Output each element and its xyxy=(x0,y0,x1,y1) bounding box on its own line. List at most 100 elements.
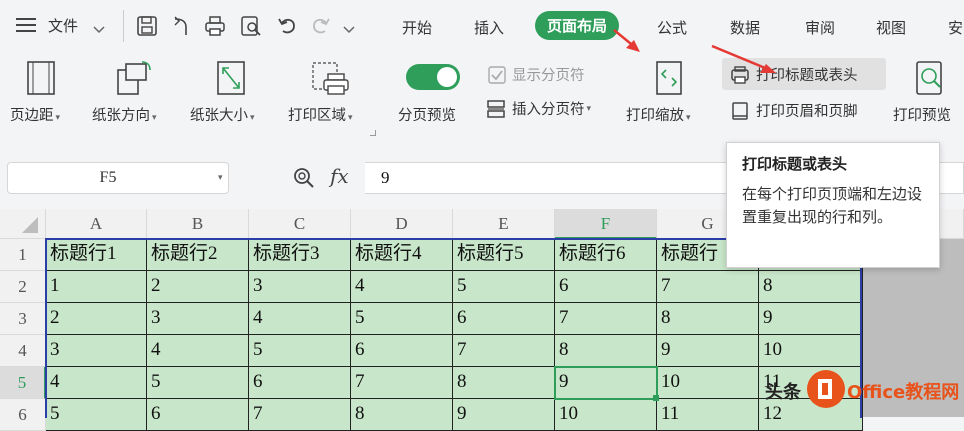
cell-1-1[interactable]: 标题行1 xyxy=(46,239,147,271)
redo-icon[interactable] xyxy=(310,15,332,41)
print-preview-icon[interactable] xyxy=(914,60,946,100)
print-preview-button[interactable]: 打印预览 xyxy=(893,104,951,125)
hamburger-icon[interactable] xyxy=(16,16,36,38)
margins-button[interactable]: 页边距 ▾ xyxy=(10,104,60,125)
zoom-search-icon[interactable] xyxy=(292,166,316,194)
tooltip-description: 在每个打印页顶端和左边设置重复出现的行和列。 xyxy=(742,185,923,226)
orientation-button[interactable]: 纸张方向 ▾ xyxy=(92,104,157,125)
tab-insert[interactable]: 插入 xyxy=(474,17,504,38)
watermark: 头条 Office教程网 xyxy=(735,368,964,417)
column-header-f[interactable]: F xyxy=(555,209,657,239)
column-header-e[interactable]: E xyxy=(453,209,555,239)
file-menu[interactable]: 文件 xyxy=(48,15,78,36)
tab-view[interactable]: 视图 xyxy=(876,17,906,38)
print-preview-icon[interactable] xyxy=(240,15,262,41)
row-header-3[interactable]: 3 xyxy=(0,303,46,335)
print-area-icon[interactable] xyxy=(310,60,350,100)
cell-3-3[interactable]: 4 xyxy=(249,303,351,335)
cell-4-3[interactable]: 5 xyxy=(249,335,351,367)
cell-2-4[interactable]: 4 xyxy=(351,271,453,303)
fx-icon[interactable]: fx xyxy=(330,164,349,188)
insert-page-break-button[interactable]: 插入分页符 ▾ xyxy=(486,98,591,119)
fill-handle[interactable] xyxy=(653,395,659,401)
insert-page-break-icon xyxy=(487,99,505,118)
cell-5-4[interactable]: 7 xyxy=(351,367,453,399)
cell-2-6[interactable]: 6 xyxy=(555,271,657,303)
page-break-preview-toggle[interactable] xyxy=(406,64,460,90)
cell-3-4[interactable]: 5 xyxy=(351,303,453,335)
watermark-brand: Office教程网 xyxy=(847,382,960,403)
page-break-preview-label[interactable]: 分页预览 xyxy=(398,104,456,125)
cell-2-7[interactable]: 7 xyxy=(657,271,759,303)
paper-size-button[interactable]: 纸张大小 ▾ xyxy=(190,104,255,125)
cell-5-3[interactable]: 6 xyxy=(249,367,351,399)
row-header-2[interactable]: 2 xyxy=(0,271,46,303)
cell-2-1[interactable]: 1 xyxy=(46,271,147,303)
print-area-button[interactable]: 打印区域 ▾ xyxy=(288,104,353,125)
row-header-1[interactable]: 1 xyxy=(0,239,46,271)
name-box-value: F5 xyxy=(99,169,117,186)
cell-6-6[interactable]: 10 xyxy=(555,399,657,431)
row-header-4[interactable]: 4 xyxy=(0,335,46,367)
print-scale-button[interactable]: 打印缩放 ▾ xyxy=(626,104,691,125)
tab-home[interactable]: 开始 xyxy=(402,17,432,38)
chevron-down-icon[interactable] xyxy=(92,20,106,39)
cell-3-8[interactable]: 9 xyxy=(759,303,863,335)
cell-6-4[interactable]: 8 xyxy=(351,399,453,431)
cell-5-2[interactable]: 5 xyxy=(147,367,249,399)
cell-5-1[interactable]: 4 xyxy=(46,367,147,399)
print-icon[interactable] xyxy=(204,15,226,41)
cell-4-8[interactable]: 10 xyxy=(759,335,863,367)
column-header-b[interactable]: B xyxy=(147,209,249,239)
margins-icon[interactable] xyxy=(24,60,58,100)
cell-5-6[interactable]: 9 xyxy=(555,367,657,399)
cell-3-1[interactable]: 2 xyxy=(46,303,147,335)
cell-3-5[interactable]: 6 xyxy=(453,303,555,335)
cell-3-7[interactable]: 8 xyxy=(657,303,759,335)
divider xyxy=(123,10,124,42)
column-header-a[interactable]: A xyxy=(46,209,147,239)
cell-4-4[interactable]: 6 xyxy=(351,335,453,367)
select-all-corner[interactable] xyxy=(0,209,46,239)
print-titles-tooltip: 打印标题或表头 在每个打印页顶端和左边设置重复出现的行和列。 xyxy=(726,142,940,268)
tooltip-title: 打印标题或表头 xyxy=(742,155,848,173)
cell-1-4[interactable]: 标题行4 xyxy=(351,239,453,271)
cell-6-3[interactable]: 7 xyxy=(249,399,351,431)
tab-security[interactable]: 安 xyxy=(948,17,963,38)
cell-2-5[interactable]: 5 xyxy=(453,271,555,303)
save-icon[interactable] xyxy=(136,15,158,41)
cell-5-5[interactable]: 8 xyxy=(453,367,555,399)
orientation-icon[interactable] xyxy=(114,60,154,100)
header-footer-button[interactable]: 打印页眉和页脚 xyxy=(730,100,858,121)
cell-4-7[interactable]: 9 xyxy=(657,335,759,367)
cell-6-2[interactable]: 6 xyxy=(147,399,249,431)
group-expand-icon[interactable] xyxy=(370,130,376,136)
column-header-d[interactable]: D xyxy=(351,209,453,239)
cell-3-6[interactable]: 7 xyxy=(555,303,657,335)
chevron-down-icon[interactable]: ▾ xyxy=(218,173,223,183)
chevron-down-icon[interactable] xyxy=(342,20,356,39)
cell-2-8[interactable]: 8 xyxy=(759,271,863,303)
cell-4-2[interactable]: 4 xyxy=(147,335,249,367)
cell-6-1[interactable]: 5 xyxy=(46,399,147,431)
cell-4-5[interactable]: 7 xyxy=(453,335,555,367)
cell-1-6[interactable]: 标题行6 xyxy=(555,239,657,271)
formula-value: 9 xyxy=(381,168,390,187)
cell-2-2[interactable]: 2 xyxy=(147,271,249,303)
row-header-5[interactable]: 5 xyxy=(0,367,46,399)
column-header-c[interactable]: C xyxy=(249,209,351,239)
cell-1-5[interactable]: 标题行5 xyxy=(453,239,555,271)
name-box[interactable]: F5 ▾ xyxy=(7,162,229,194)
export-icon[interactable] xyxy=(170,15,192,41)
cell-2-3[interactable]: 3 xyxy=(249,271,351,303)
cell-4-1[interactable]: 3 xyxy=(46,335,147,367)
cell-1-3[interactable]: 标题行3 xyxy=(249,239,351,271)
cell-1-2[interactable]: 标题行2 xyxy=(147,239,249,271)
row-header-6[interactable]: 6 xyxy=(0,399,46,431)
cell-6-5[interactable]: 9 xyxy=(453,399,555,431)
cell-3-2[interactable]: 3 xyxy=(147,303,249,335)
cell-4-6[interactable]: 8 xyxy=(555,335,657,367)
show-page-breaks-checkbox[interactable]: 显示分页符 xyxy=(488,64,585,85)
paper-size-icon[interactable] xyxy=(214,60,248,100)
undo-icon[interactable] xyxy=(276,15,298,41)
